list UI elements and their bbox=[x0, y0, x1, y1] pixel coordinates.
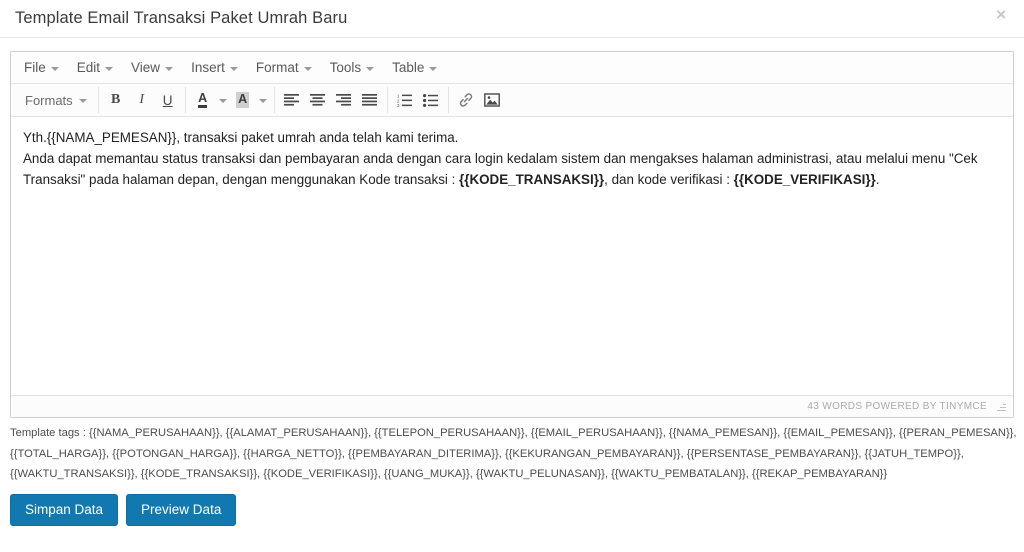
chevron-down-icon bbox=[303, 66, 312, 71]
modal-footer: Simpan Data Preview Data bbox=[0, 485, 1024, 527]
chevron-down-icon bbox=[165, 66, 174, 71]
editor-content-area[interactable]: Yth.{{NAMA_PEMESAN}}, transaksi paket um… bbox=[11, 117, 1013, 395]
content-paragraph-1: Yth.{{NAMA_PEMESAN}}, transaksi paket um… bbox=[23, 130, 459, 145]
align-justify-button[interactable] bbox=[357, 88, 383, 112]
menu-view-label: View bbox=[131, 60, 161, 75]
numbered-list-button[interactable]: 1 2 3 bbox=[392, 88, 418, 112]
menu-tools-label: Tools bbox=[329, 60, 362, 75]
align-left-icon bbox=[284, 93, 300, 106]
menu-insert-label: Insert bbox=[191, 60, 225, 75]
content-text-part-3: . bbox=[875, 172, 880, 187]
placeholder-kode-verifikasi: {{KODE_VERIFIKASI}} bbox=[733, 172, 876, 187]
menu-view[interactable]: View bbox=[122, 56, 182, 79]
toolbar-group-insert bbox=[449, 87, 509, 113]
preview-button[interactable]: Preview Data bbox=[126, 493, 237, 527]
word-count-label: 43 WORDS POWERED BY TINYMCE bbox=[807, 401, 987, 412]
italic-button[interactable]: I bbox=[129, 88, 155, 112]
text-color-dropdown[interactable] bbox=[216, 88, 230, 112]
background-color-button[interactable]: A bbox=[230, 88, 256, 112]
placeholder-kode-transaksi: {{KODE_TRANSAKSI}} bbox=[459, 172, 605, 187]
insert-link-button[interactable] bbox=[453, 88, 479, 112]
chevron-down-icon bbox=[105, 66, 114, 71]
align-right-button[interactable] bbox=[331, 88, 357, 112]
menu-table[interactable]: Table bbox=[383, 56, 446, 79]
close-icon[interactable]: × bbox=[992, 4, 1010, 25]
save-button[interactable]: Simpan Data bbox=[10, 493, 119, 527]
chevron-down-icon bbox=[229, 66, 238, 71]
resize-grip-icon[interactable] bbox=[995, 401, 1007, 413]
toolbar-group-lists: 1 2 3 bbox=[388, 87, 449, 113]
modal-body: File Edit View Insert Format Tools Table… bbox=[0, 38, 1024, 418]
svg-text:3: 3 bbox=[397, 103, 400, 107]
chevron-down-icon bbox=[78, 99, 87, 103]
menu-file-label: File bbox=[24, 60, 46, 75]
chevron-down-icon bbox=[218, 99, 227, 103]
numbered-list-icon: 1 2 3 bbox=[397, 94, 413, 107]
text-color-button[interactable]: A bbox=[190, 88, 216, 112]
menu-edit-label: Edit bbox=[76, 60, 101, 75]
tinymce-editor: File Edit View Insert Format Tools Table… bbox=[10, 51, 1014, 418]
insert-image-button[interactable] bbox=[479, 88, 505, 112]
page-title: Template Email Transaksi Paket Umrah Bar… bbox=[15, 8, 348, 27]
menu-insert[interactable]: Insert bbox=[182, 56, 247, 79]
background-color-dropdown[interactable] bbox=[256, 88, 270, 112]
template-tags-line-1: Template tags : {{NAMA_PERUSAHAAN}}, {{A… bbox=[10, 427, 1017, 439]
link-icon bbox=[459, 93, 472, 107]
editor-menubar: File Edit View Insert Format Tools Table bbox=[11, 52, 1013, 84]
content-paragraph-2: Anda dapat memantau status transaksi dan… bbox=[23, 148, 1001, 190]
bold-button[interactable]: B bbox=[103, 88, 129, 112]
underline-icon: U bbox=[162, 92, 173, 108]
menu-file[interactable]: File bbox=[15, 56, 68, 79]
chevron-down-icon bbox=[50, 66, 59, 71]
menu-format[interactable]: Format bbox=[247, 56, 321, 79]
image-icon bbox=[483, 93, 500, 107]
template-tags-line-2: {{TOTAL_HARGA}}, {{POTONGAN_HARGA}}, {{H… bbox=[10, 447, 964, 460]
chevron-down-icon bbox=[366, 66, 375, 71]
content-text-part-2: , dan kode verifikasi : bbox=[604, 172, 734, 187]
underline-button[interactable]: U bbox=[155, 88, 181, 112]
chevron-down-icon bbox=[258, 99, 267, 103]
toolbar-group-align bbox=[275, 87, 388, 113]
formats-label: Formats bbox=[25, 92, 73, 108]
bold-icon: B bbox=[111, 92, 121, 107]
text-color-icon: A bbox=[198, 92, 208, 109]
modal-header: Template Email Transaksi Paket Umrah Bar… bbox=[0, 0, 1024, 38]
template-tags-help: Template tags : {{NAMA_PERUSAHAAN}}, {{A… bbox=[0, 418, 1024, 485]
menu-edit[interactable]: Edit bbox=[68, 56, 122, 79]
toolbar-group-style: B I U bbox=[99, 87, 186, 113]
editor-statusbar: 43 WORDS POWERED BY TINYMCE bbox=[11, 395, 1013, 417]
align-center-button[interactable] bbox=[305, 88, 331, 112]
toolbar-group-formats: Formats bbox=[14, 87, 99, 113]
background-color-icon: A bbox=[236, 91, 250, 109]
align-right-icon bbox=[336, 93, 352, 106]
align-left-button[interactable] bbox=[279, 88, 305, 112]
align-center-icon bbox=[310, 93, 326, 106]
chevron-down-icon bbox=[429, 66, 438, 71]
bulleted-list-icon bbox=[423, 93, 439, 107]
align-justify-icon bbox=[362, 93, 378, 106]
formats-dropdown[interactable]: Formats bbox=[18, 88, 94, 112]
toolbar-group-color: A A bbox=[186, 87, 275, 113]
menu-format-label: Format bbox=[255, 60, 299, 75]
menu-tools[interactable]: Tools bbox=[321, 56, 384, 79]
editor-toolbar: Formats B I U A A 1 2 3 bbox=[11, 84, 1013, 117]
template-tags-line-3: {{WAKTU_TRANSAKSI}}, {{KODE_TRANSAKSI}},… bbox=[10, 468, 888, 480]
italic-icon: I bbox=[139, 92, 144, 107]
menu-table-label: Table bbox=[392, 60, 425, 75]
bulleted-list-button[interactable] bbox=[418, 88, 444, 112]
